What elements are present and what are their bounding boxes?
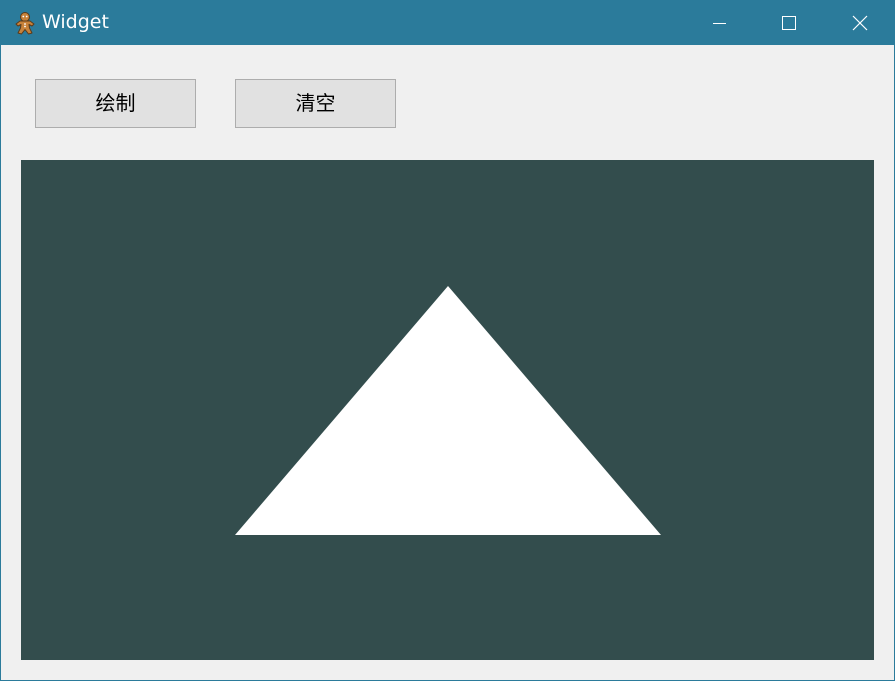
minimize-icon (713, 23, 726, 24)
title-bar[interactable]: Widget (1, 1, 894, 45)
maximize-icon (782, 16, 796, 30)
opengl-canvas[interactable] (21, 160, 874, 660)
close-icon (852, 15, 868, 31)
maximize-button[interactable] (754, 1, 824, 45)
window-title: Widget (42, 11, 109, 33)
clear-button[interactable]: 清空 (235, 79, 396, 128)
gingerbread-man-icon (13, 11, 37, 35)
minimize-button[interactable] (684, 1, 754, 45)
app-window: Widget 绘制 清空 (0, 0, 895, 681)
canvas-drawing (235, 286, 661, 535)
draw-button[interactable]: 绘制 (35, 79, 196, 128)
close-button[interactable] (824, 1, 894, 45)
triangle-shape (235, 286, 661, 535)
